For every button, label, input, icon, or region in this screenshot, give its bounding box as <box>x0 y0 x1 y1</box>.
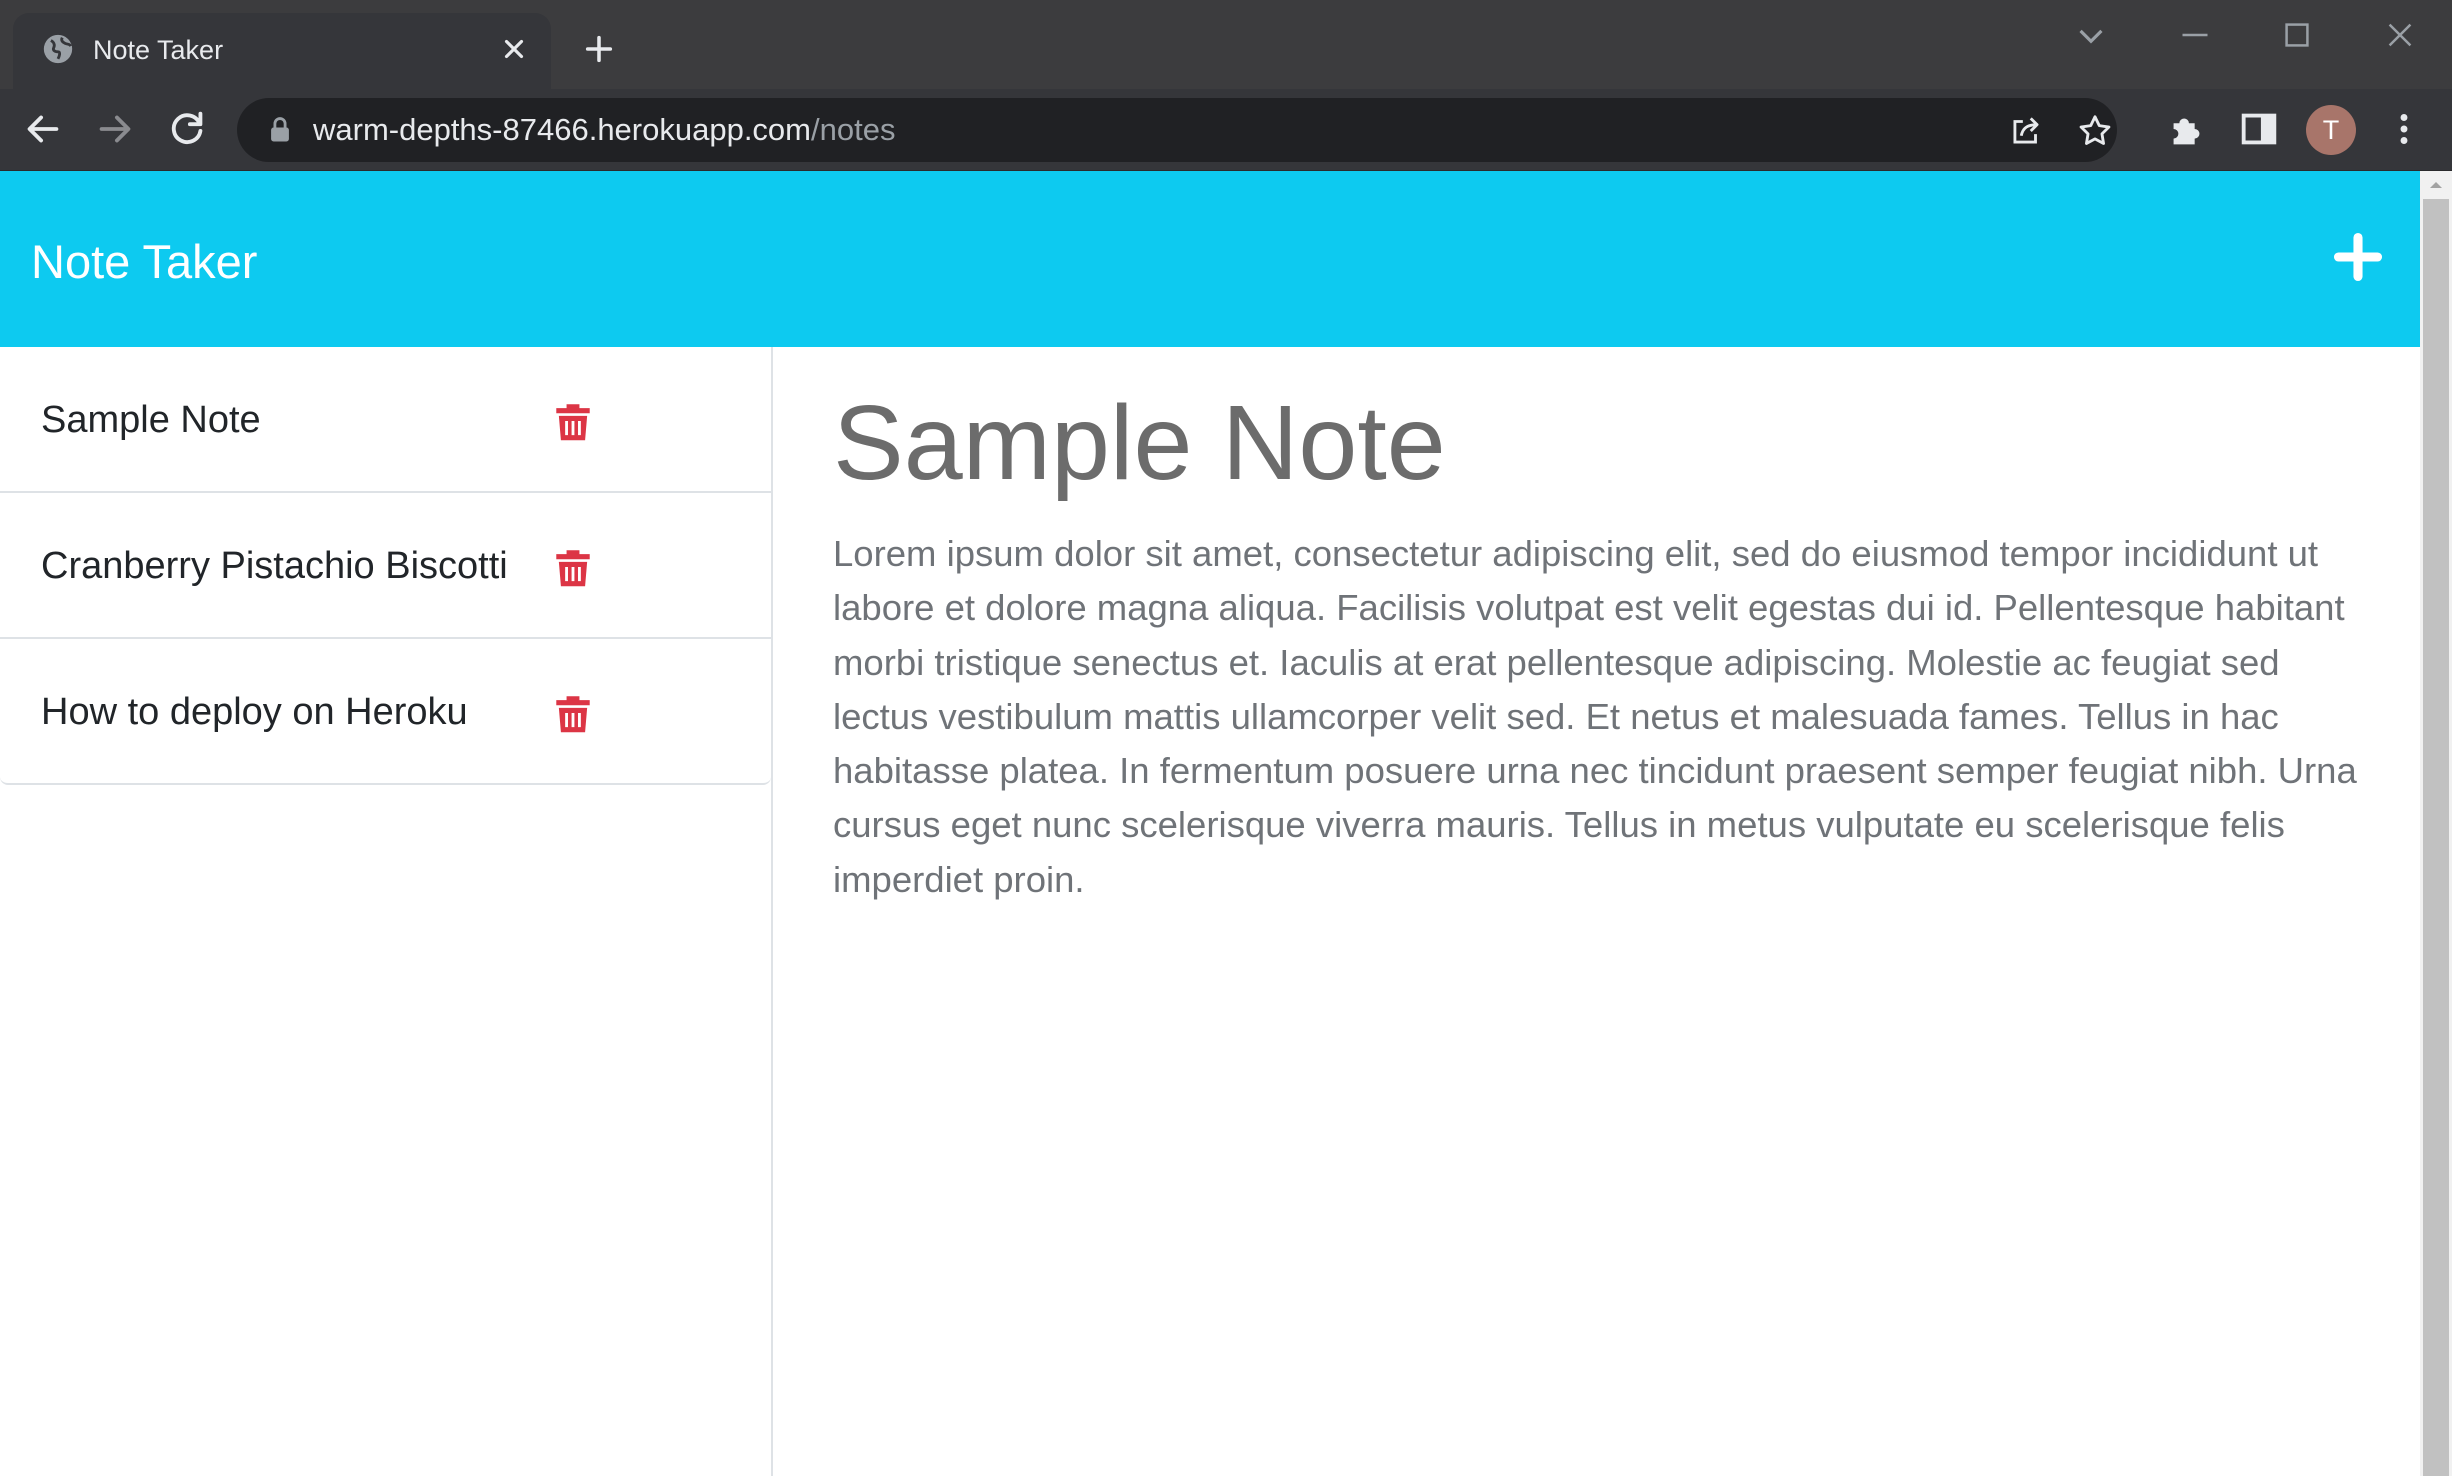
new-tab-icon[interactable] <box>582 32 616 66</box>
note-list-item[interactable]: Sample Note <box>0 347 771 493</box>
close-window-icon[interactable] <box>2375 10 2425 60</box>
extensions-puzzle-icon[interactable] <box>2164 106 2210 152</box>
more-menu-icon[interactable] <box>2381 106 2427 152</box>
profile-avatar[interactable]: T <box>2306 105 2356 155</box>
tab-title: Note Taker <box>93 35 224 65</box>
app-brand[interactable]: Note Taker <box>31 234 257 290</box>
side-panel-icon[interactable] <box>2236 106 2282 152</box>
minimize-icon[interactable] <box>2170 10 2220 60</box>
bookmark-star-icon[interactable] <box>2076 112 2114 150</box>
trash-icon[interactable] <box>555 546 591 588</box>
plus-icon[interactable] <box>2332 231 2384 283</box>
browser-toolbar: warm-depths-87466.herokuapp.com/notes T <box>0 89 2452 171</box>
tab-search-chevron-icon[interactable] <box>2066 10 2116 60</box>
maximize-icon[interactable] <box>2272 10 2322 60</box>
note-list-item[interactable]: Cranberry Pistachio Biscotti <box>0 493 771 639</box>
scrollbar-thumb[interactable] <box>2423 199 2449 1476</box>
app-navbar: Note Taker <box>0 171 2420 347</box>
note-list-title[interactable]: Cranberry Pistachio Biscotti <box>41 543 508 589</box>
note-editor: Sample Note Lorem ipsum dolor sit amet, … <box>775 347 2420 1476</box>
page-viewport: Note Taker Sample Note Cranberry Pistach… <box>0 171 2420 1476</box>
notes-sidebar: Sample Note Cranberry Pistachio Biscotti… <box>0 347 773 1476</box>
browser-tab[interactable]: Note Taker <box>13 13 551 89</box>
note-list-title[interactable]: Sample Note <box>41 397 261 443</box>
trash-icon[interactable] <box>555 400 591 442</box>
note-list-title[interactable]: How to deploy on Heroku <box>41 689 468 735</box>
globe-icon <box>43 34 73 64</box>
url-host: warm-depths-87466.herokuapp.com <box>313 112 811 147</box>
browser-tab-strip: Note Taker <box>0 0 2452 89</box>
share-icon[interactable] <box>2007 112 2045 150</box>
note-list: Sample Note Cranberry Pistachio Biscotti… <box>0 347 771 785</box>
scroll-up-arrow-icon[interactable] <box>2426 177 2446 193</box>
note-text-body[interactable]: Lorem ipsum dolor sit amet, consectetur … <box>833 527 2368 907</box>
url-text[interactable]: warm-depths-87466.herokuapp.com/notes <box>313 112 895 148</box>
note-title-heading[interactable]: Sample Note <box>833 383 1446 503</box>
note-list-item[interactable]: How to deploy on Heroku <box>0 639 771 785</box>
back-arrow-icon[interactable] <box>20 106 66 152</box>
trash-icon[interactable] <box>555 692 591 734</box>
close-tab-icon[interactable] <box>499 34 529 64</box>
forward-arrow-icon[interactable] <box>92 106 138 152</box>
reload-icon[interactable] <box>164 106 210 152</box>
url-path: /notes <box>811 112 896 147</box>
lock-icon[interactable] <box>267 116 293 144</box>
address-bar[interactable]: warm-depths-87466.herokuapp.com/notes <box>237 98 2117 162</box>
vertical-scrollbar[interactable] <box>2420 171 2452 1476</box>
